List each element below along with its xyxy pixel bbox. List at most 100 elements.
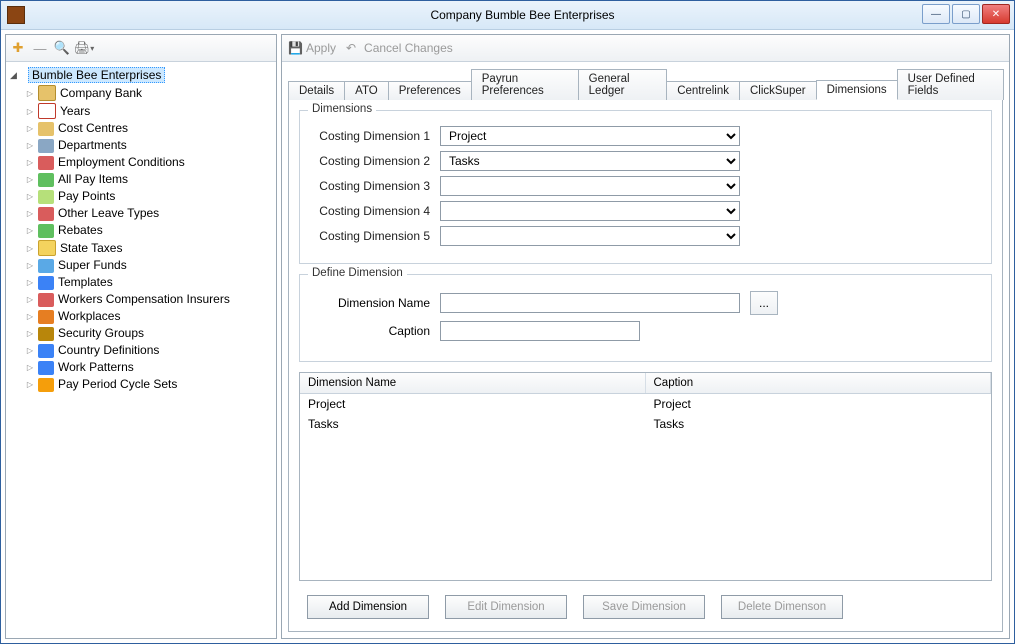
tree-item-icon — [38, 259, 54, 273]
expand-icon[interactable]: ▷ — [26, 121, 34, 136]
costing-dimension-label: Costing Dimension 3 — [310, 179, 430, 193]
tree-item[interactable]: ▷ Other Leave Types — [8, 205, 274, 222]
grid-row[interactable]: ProjectProject — [300, 394, 991, 414]
tree-item[interactable]: ▷ Pay Points — [8, 188, 274, 205]
caption-input[interactable] — [440, 321, 640, 341]
tree-item[interactable]: ▷ Rebates — [8, 222, 274, 239]
costing-dimension-select[interactable] — [440, 201, 740, 221]
maximize-button[interactable]: ▢ — [952, 4, 980, 24]
tab-centrelink[interactable]: Centrelink — [666, 81, 740, 100]
tree-item[interactable]: ▷Work Patterns — [8, 359, 274, 376]
tab-ato[interactable]: ATO — [344, 81, 389, 100]
expand-icon[interactable]: ▷ — [26, 309, 34, 324]
costing-dimension-row: Costing Dimension 3 — [310, 176, 981, 196]
tab-preferences[interactable]: Preferences — [388, 81, 472, 100]
edit-dimension-button[interactable]: Edit Dimension — [445, 595, 567, 619]
titlebar[interactable]: Company Bumble Bee Enterprises — ▢ ✕ — [1, 1, 1014, 30]
tree-item[interactable]: ▷ Workers Compensation Insurers — [8, 291, 274, 308]
print-icon[interactable]: 🖨▾ — [76, 40, 92, 56]
tab-clicksuper[interactable]: ClickSuper — [739, 81, 817, 100]
tree-item-label: Cost Centres — [58, 121, 128, 136]
costing-dimension-label: Costing Dimension 5 — [310, 229, 430, 243]
tree-item-icon — [38, 344, 54, 358]
expand-icon[interactable]: ▷ — [26, 189, 34, 204]
tree-item[interactable]: ▷ Security Groups — [8, 325, 274, 342]
tree-item[interactable]: ▷All Pay Items — [8, 171, 274, 188]
minimize-button[interactable]: — — [922, 4, 950, 24]
tree-item[interactable]: ▷Templates — [8, 274, 274, 291]
costing-dimension-select[interactable] — [440, 226, 740, 246]
undo-icon: ↶ — [346, 41, 360, 55]
tab-payrun-preferences[interactable]: Payrun Preferences — [471, 69, 579, 100]
costing-dimension-select[interactable]: Tasks — [440, 151, 740, 171]
delete-dimension-button[interactable]: Delete Dimenson — [721, 595, 843, 619]
expand-icon[interactable]: ▷ — [26, 241, 34, 256]
company-tree[interactable]: ◢ Bumble Bee Enterprises ▷ Company Bank▷Y… — [6, 62, 276, 638]
expand-icon[interactable]: ▷ — [26, 326, 34, 341]
tree-item-label: Workplaces — [58, 309, 120, 324]
tab-user-defined-fields[interactable]: User Defined Fields — [897, 69, 1004, 100]
tree-item-label: Super Funds — [58, 258, 127, 273]
tree-item[interactable]: ▷Country Definitions — [8, 342, 274, 359]
tree-root[interactable]: ◢ Bumble Bee Enterprises — [8, 66, 274, 84]
tree-item-label: Other Leave Types — [58, 206, 159, 221]
costing-dimension-select[interactable]: Project — [440, 126, 740, 146]
tree-item[interactable]: ▷ Workplaces — [8, 308, 274, 325]
tree-item[interactable]: ▷ Company Bank — [8, 84, 274, 102]
close-button[interactable]: ✕ — [982, 4, 1010, 24]
tab-general-ledger[interactable]: General Ledger — [578, 69, 668, 100]
save-icon: 💾 — [288, 41, 302, 55]
costing-dimension-select[interactable] — [440, 176, 740, 196]
tree-item-label: Rebates — [58, 223, 103, 238]
tree-item[interactable]: ▷ Pay Period Cycle Sets — [8, 376, 274, 393]
expand-icon[interactable]: ▷ — [26, 86, 34, 101]
expand-icon[interactable]: ▷ — [26, 172, 34, 187]
tree-item[interactable]: ▷Employment Conditions — [8, 154, 274, 171]
tree-item-label: Security Groups — [58, 326, 144, 341]
expand-icon[interactable]: ▷ — [26, 206, 34, 221]
tree-root-label: Bumble Bee Enterprises — [28, 67, 165, 83]
define-legend: Define Dimension — [308, 267, 407, 279]
browse-button[interactable]: ... — [750, 291, 778, 315]
expand-icon[interactable]: ▷ — [26, 223, 34, 238]
expand-icon[interactable]: ▷ — [26, 360, 34, 375]
tree-item-label: Workers Compensation Insurers — [58, 292, 230, 307]
cancel-changes-button[interactable]: ↶ Cancel Changes — [346, 41, 453, 55]
expand-icon[interactable]: ▷ — [26, 377, 34, 392]
collapse-icon[interactable]: ◢ — [10, 70, 20, 81]
grid-row[interactable]: TasksTasks — [300, 414, 991, 434]
apply-button[interactable]: 💾 Apply — [288, 41, 336, 55]
expand-icon[interactable]: ▷ — [26, 155, 34, 170]
tree-item-label: Company Bank — [60, 86, 142, 101]
grid-header: Dimension Name Caption — [300, 373, 991, 394]
expand-icon[interactable]: ▷ — [26, 275, 34, 290]
tab-details[interactable]: Details — [288, 81, 345, 100]
tree-item-label: Departments — [58, 138, 127, 153]
dimensions-grid[interactable]: Dimension Name Caption ProjectProjectTas… — [299, 372, 992, 581]
tree-item-icon — [38, 293, 54, 307]
tab-dimensions[interactable]: Dimensions — [816, 80, 898, 100]
tree-item-label: Pay Points — [58, 189, 115, 204]
grid-header-name[interactable]: Dimension Name — [300, 373, 646, 393]
expand-icon[interactable]: ▷ — [26, 258, 34, 273]
expand-icon[interactable]: ▷ — [26, 343, 34, 358]
add-icon[interactable]: ✚ — [10, 40, 26, 56]
tree-item-icon — [38, 85, 56, 101]
tree-item-icon — [38, 156, 54, 170]
search-icon[interactable]: 🔍 — [54, 40, 70, 56]
expand-icon[interactable]: ▷ — [26, 138, 34, 153]
tree-item[interactable]: ▷ Departments — [8, 137, 274, 154]
expand-icon[interactable]: ▷ — [26, 104, 34, 119]
expand-icon[interactable]: ▷ — [26, 292, 34, 307]
save-dimension-button[interactable]: Save Dimension — [583, 595, 705, 619]
grid-header-caption[interactable]: Caption — [646, 373, 992, 393]
costing-dimension-row: Costing Dimension 2Tasks — [310, 151, 981, 171]
dimension-name-input[interactable] — [440, 293, 740, 313]
tree-item[interactable]: ▷Years — [8, 102, 274, 120]
tree-item[interactable]: ▷ Super Funds — [8, 257, 274, 274]
remove-icon[interactable]: — — [32, 40, 48, 56]
add-dimension-button[interactable]: Add Dimension — [307, 595, 429, 619]
tree-item[interactable]: ▷State Taxes — [8, 239, 274, 257]
tree-item-label: Pay Period Cycle Sets — [58, 377, 177, 392]
tree-item[interactable]: ▷ Cost Centres — [8, 120, 274, 137]
